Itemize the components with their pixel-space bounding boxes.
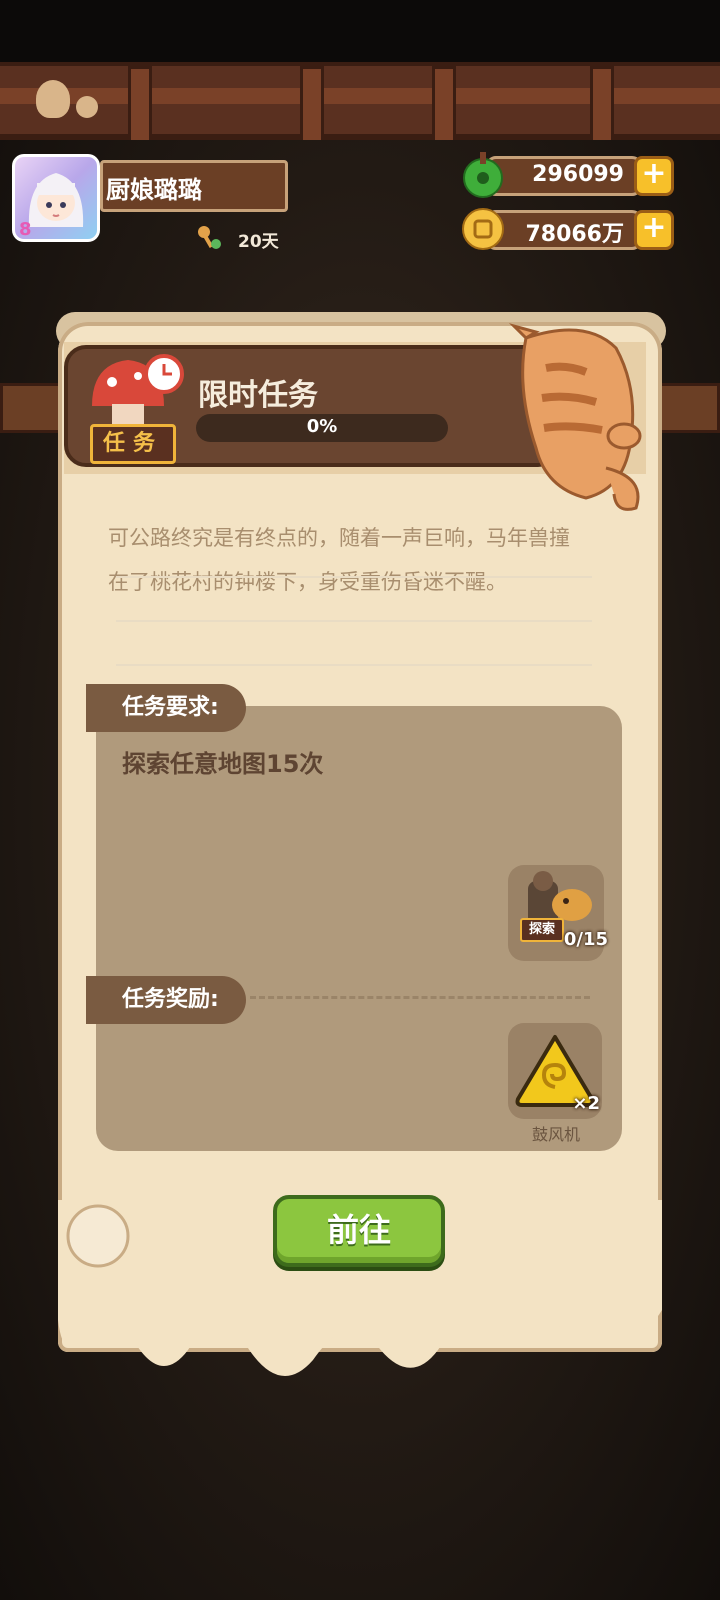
avatar[interactable]: 8 (12, 154, 100, 242)
task-title: 限时任务 (198, 378, 318, 413)
text-rule (116, 620, 592, 622)
reward-count: ×2 (572, 1093, 600, 1114)
task-progress-text: 0% (306, 416, 338, 437)
reward-name: 鼓风机 (531, 1125, 580, 1144)
beam-strut (300, 66, 324, 146)
coin-amount: 78066万 (525, 222, 624, 247)
add-jade-button[interactable]: + (634, 156, 674, 196)
task-story-line: 可公路终究是有终点的，随着一声巨响，马年兽撞 (108, 526, 570, 550)
requirement-text: 探索任意地图15次 (122, 750, 324, 778)
task-badge: 任务 (90, 424, 176, 464)
beam-strut (432, 66, 456, 146)
chick-decoration-icon (76, 96, 98, 118)
requirement-progress: 0/15 (563, 929, 608, 950)
reward-tab: 任务奖励: (86, 976, 246, 1024)
text-rule (116, 664, 592, 666)
beam-strut (590, 66, 614, 146)
player-name: 厨娘璐璐 (106, 176, 202, 204)
tabby-cat-icon (508, 323, 642, 511)
text-rule (116, 576, 592, 578)
add-coin-button[interactable]: + (634, 210, 674, 250)
top-bar (0, 0, 720, 62)
mushroom-house-icon (92, 354, 184, 428)
chick-decoration-icon (36, 80, 70, 118)
requirement-tab: 任务要求: (86, 684, 246, 732)
go-button[interactable]: 前往 (273, 1195, 445, 1267)
chef-girl-avatar-icon: 8 (19, 173, 84, 239)
sprout-key-icon (198, 226, 221, 249)
days-counter: 20天 (238, 232, 279, 252)
dashed-divider (250, 996, 590, 999)
task-story: 可公路终究是有终点的，随着一声巨响，马年兽撞 在了桃花村的钟楼下，身受重伤昏迷不… (108, 516, 608, 604)
svg-text:8: 8 (19, 219, 32, 239)
jade-amount: 296099 (532, 162, 624, 187)
beam-strut (128, 66, 152, 146)
task-story-line: 在了桃花村的钟楼下，身受重伤昏迷不醒。 (108, 570, 507, 594)
